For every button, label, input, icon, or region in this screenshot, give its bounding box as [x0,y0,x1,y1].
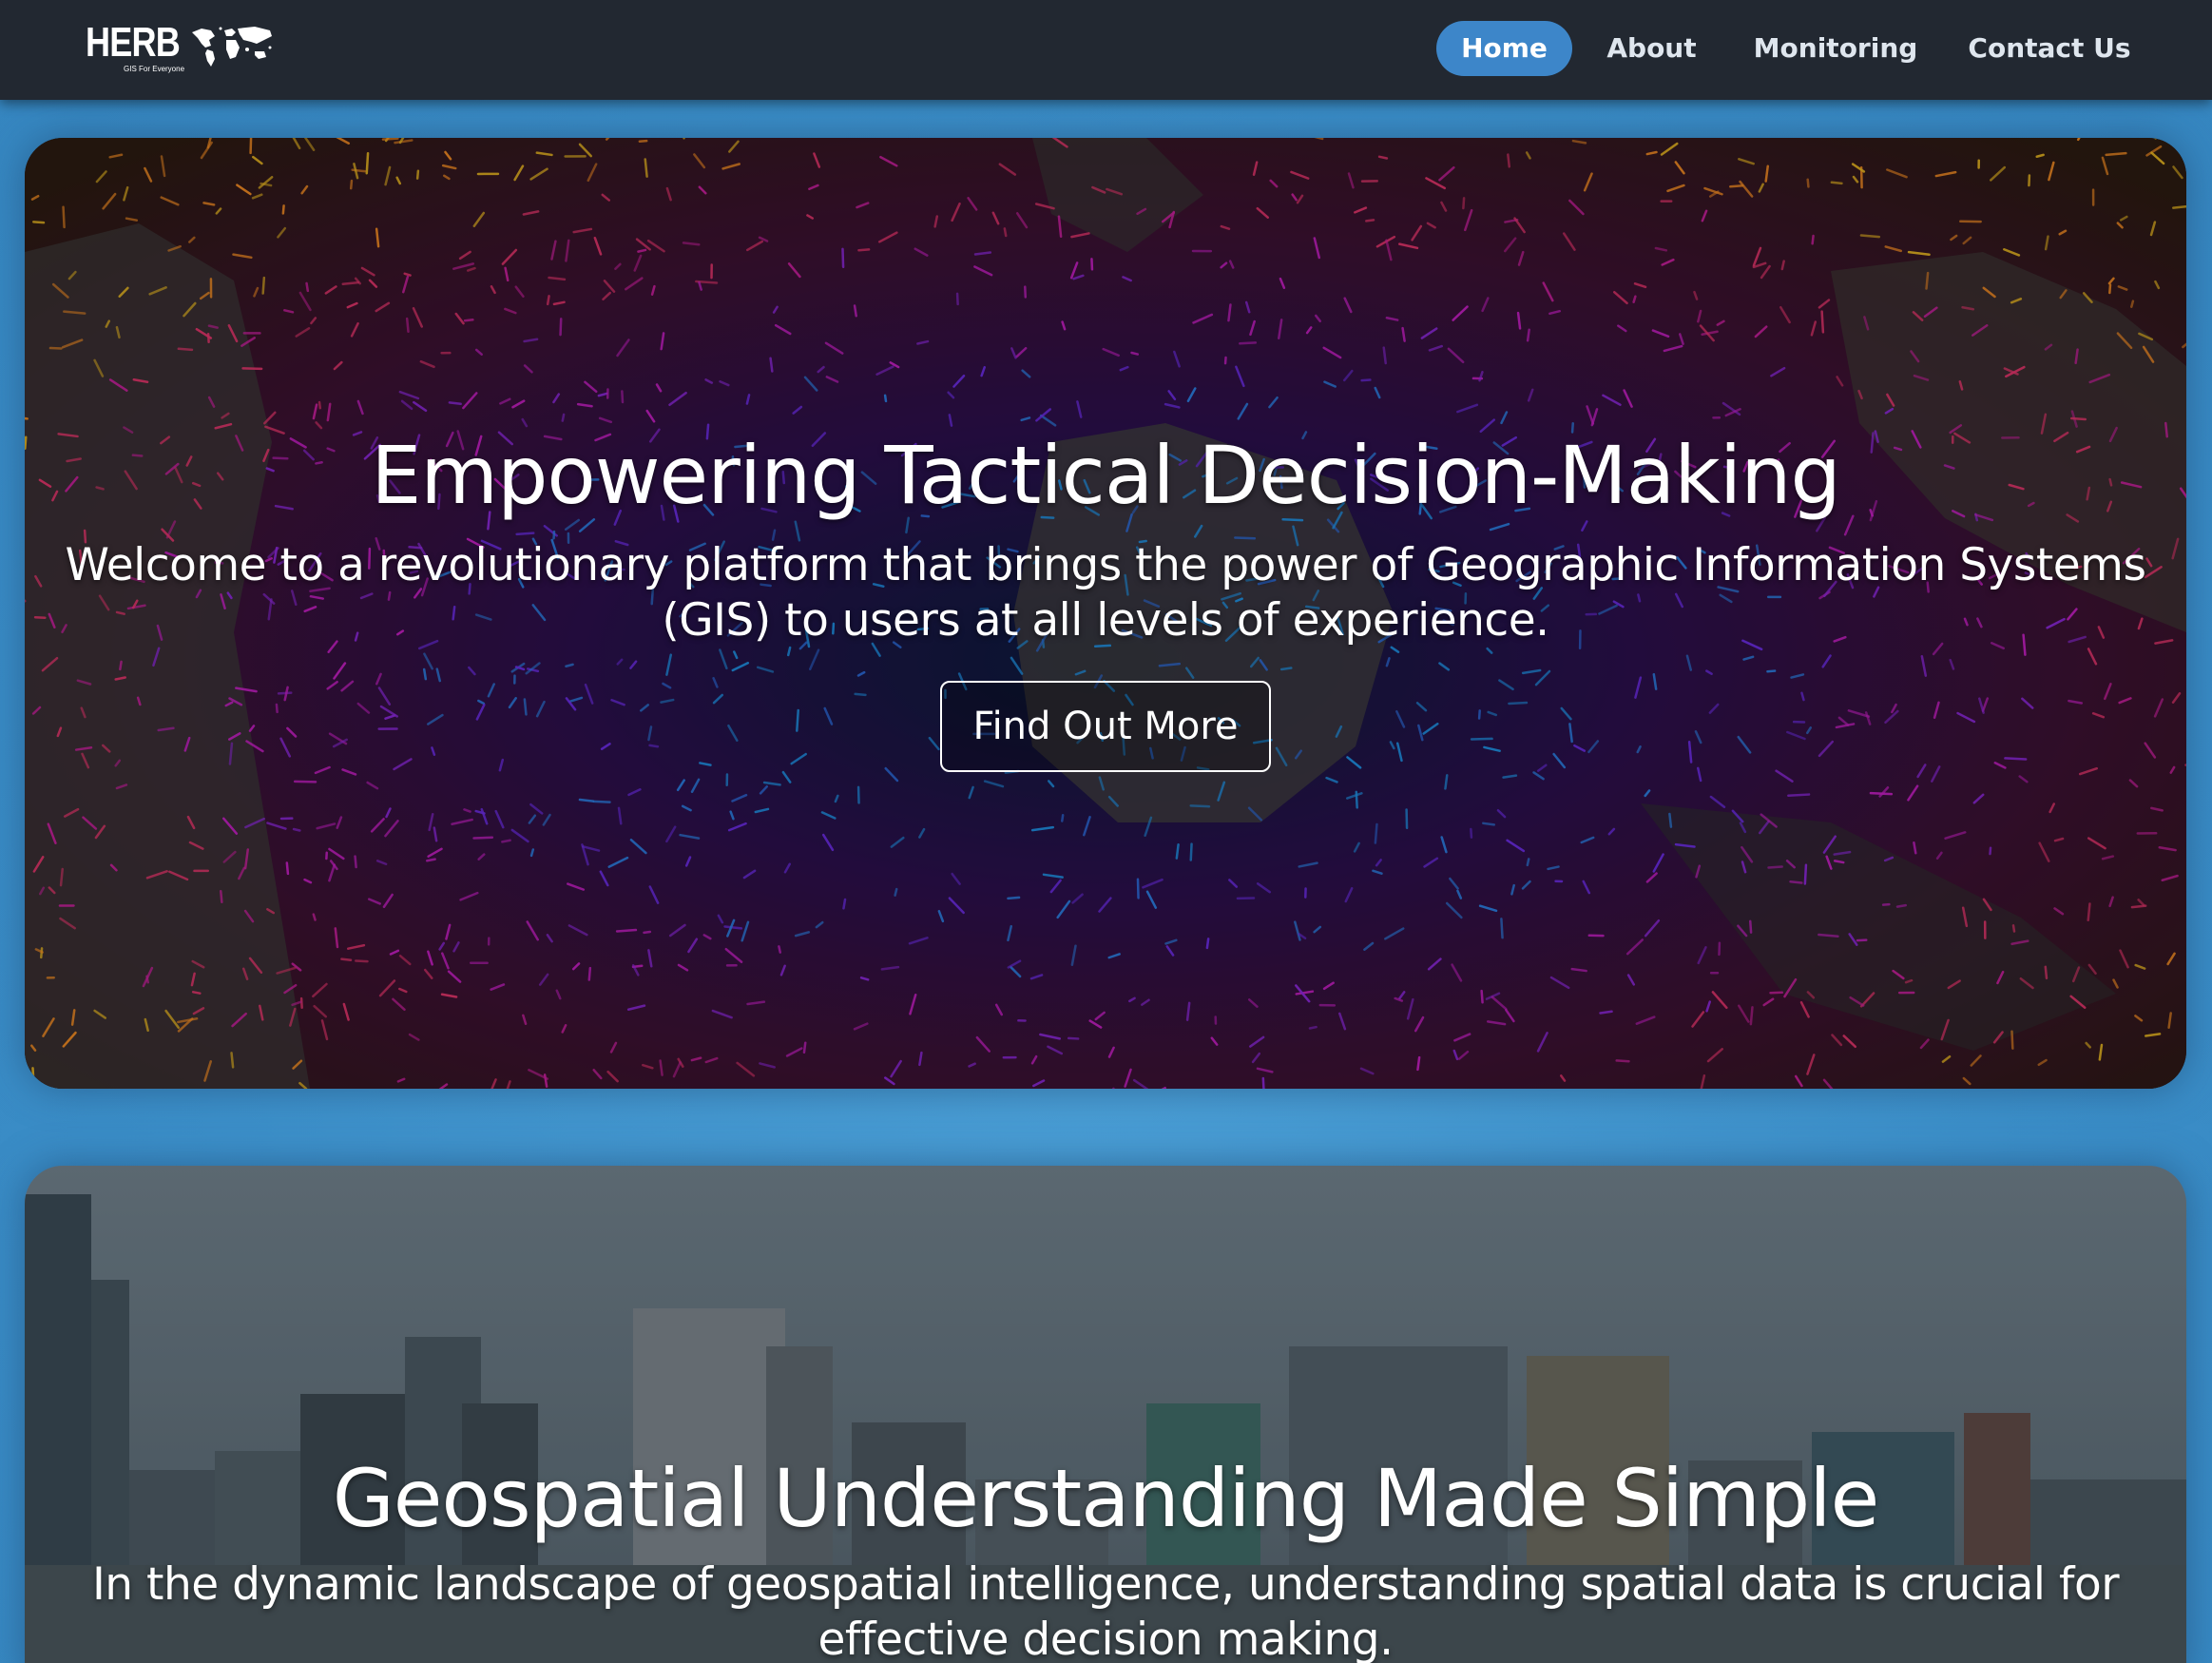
brand-logo[interactable]: HERB GIS For Everyone [86,17,276,78]
nav-about[interactable]: About [1597,21,1706,76]
hero-2-subtitle: In the dynamic landscape of geospatial i… [91,1558,2120,1663]
nav-contact-us[interactable]: Contact Us [1964,21,2135,76]
hero-card-map: Empowering Tactical Decision-Making Welc… [25,138,2186,1089]
hero-2-title: Geospatial Understanding Made Simple [332,1452,1880,1545]
nav-monitoring[interactable]: Monitoring [1751,21,1920,76]
nav-home[interactable]: Home [1436,21,1572,76]
world-map-icon [192,27,272,67]
navbar: HERB GIS For Everyone Home About Monitor… [0,0,2212,100]
brand-tagline: GIS For Everyone [124,65,185,73]
hero-1-content: Empowering Tactical Decision-Making Welc… [25,428,2186,772]
hero-1-title: Empowering Tactical Decision-Making [371,429,1841,522]
hero-card-city: Geospatial Understanding Made Simple In … [25,1166,2186,1663]
find-out-more-button[interactable]: Find Out More [940,681,1271,772]
hero-2-content: Geospatial Understanding Made Simple In … [25,1451,2186,1663]
brand-name: HERB [86,19,181,66]
hero-1-subtitle: Welcome to a revolutionary platform that… [65,539,2146,647]
